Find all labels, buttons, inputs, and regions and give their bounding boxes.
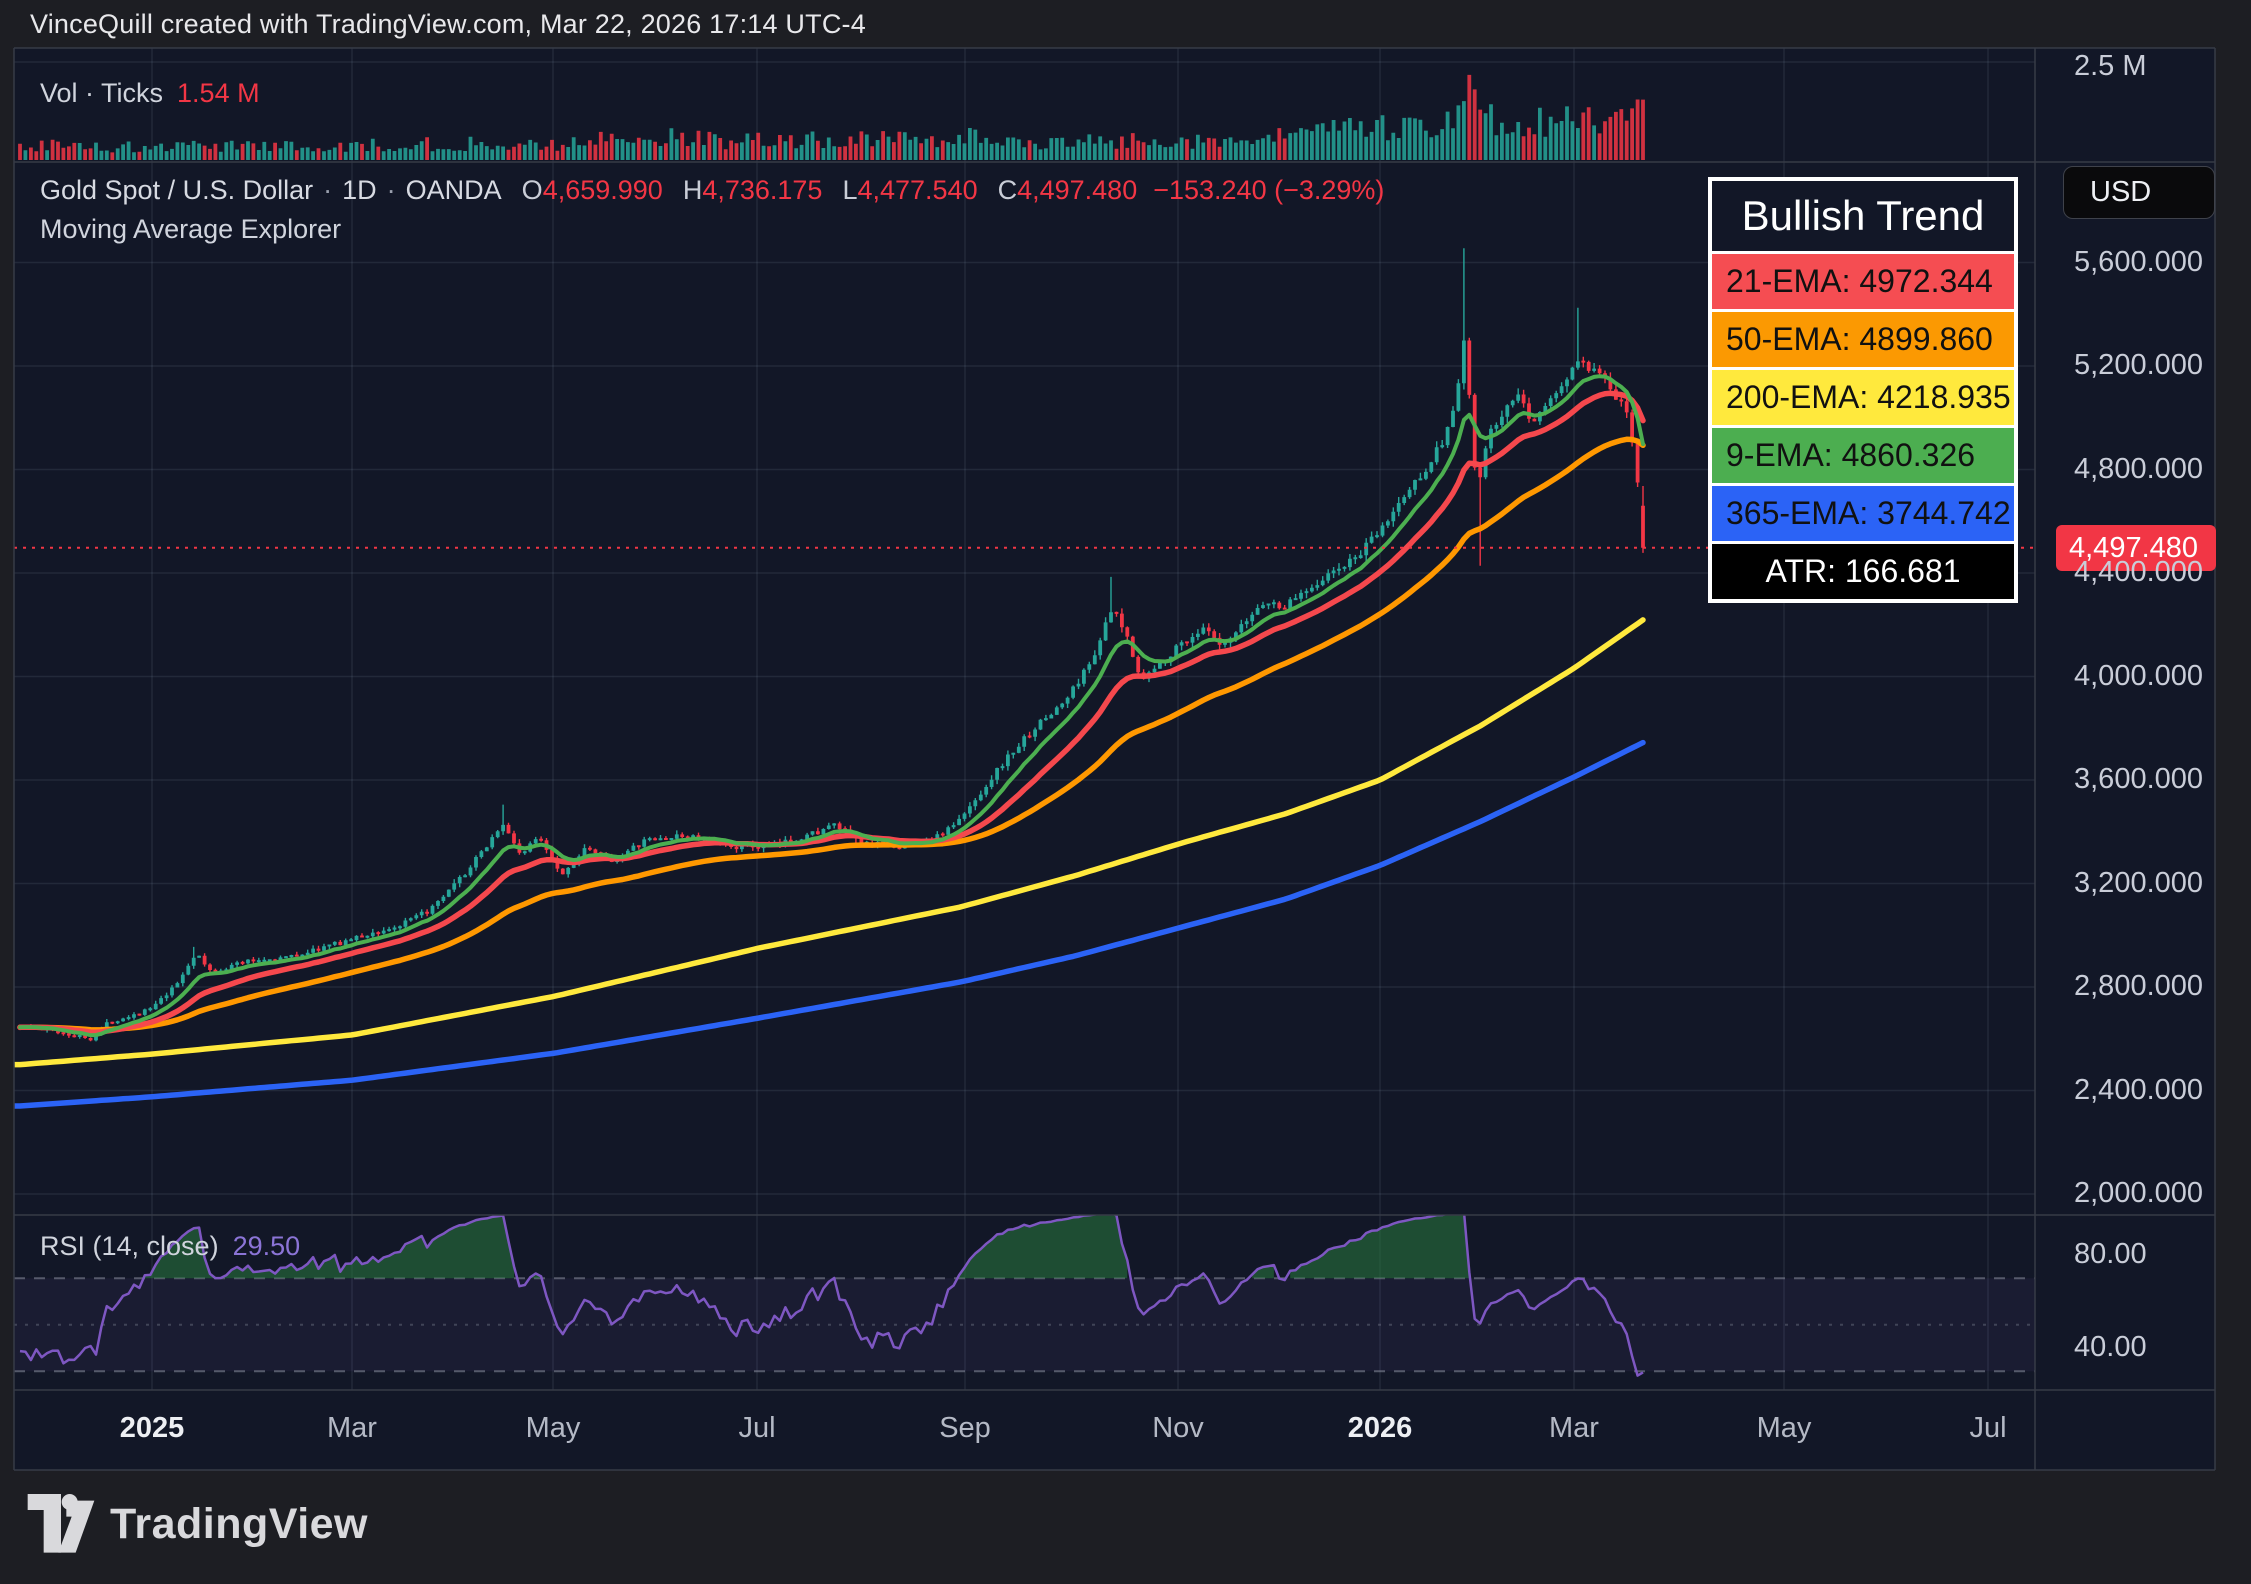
time-axis-label-5: Nov [1152, 1412, 1204, 1445]
close-value: 4,497.480 [1017, 175, 1137, 205]
attribution-text: VinceQuill created with TradingView.com,… [30, 9, 866, 40]
separator-dot: · [323, 175, 332, 205]
rsi-indicator-label[interactable]: RSI (14, close) 29.50 [40, 1231, 300, 1262]
tradingview-logo-text: TradingView [110, 1500, 368, 1549]
currency-toggle-button[interactable]: USD [2063, 166, 2215, 219]
tradingview-logo-icon [27, 1494, 95, 1554]
rsi-axis-tick-0: 80.00 [2074, 1238, 2147, 1271]
time-axis-label-4: Sep [939, 1412, 991, 1445]
time-axis-label-9: Jul [1969, 1412, 2006, 1445]
legend-row-0: 21-EMA: 4972.344 [1712, 251, 2014, 309]
price-axis-tick-8: 2,400.000 [2074, 1074, 2203, 1107]
price-axis-tick-9: 2,000.000 [2074, 1177, 2203, 1210]
high-value: 4,736.175 [702, 175, 822, 205]
time-axis-label-8: May [1757, 1412, 1812, 1445]
close-label: C [998, 175, 1018, 205]
volume-value: 1.54 M [177, 78, 260, 108]
low-label: L [842, 175, 857, 205]
legend-row-4: 365-EMA: 3744.742 [1712, 483, 2014, 541]
indicator-title-ma-explorer[interactable]: Moving Average Explorer [40, 214, 341, 245]
price-axis-tick-0: 5,600.000 [2074, 246, 2203, 279]
low-value: 4,477.540 [857, 175, 977, 205]
price-axis-tick-5: 3,600.000 [2074, 763, 2203, 796]
volume-indicator-label[interactable]: Vol · Ticks 1.54 M [40, 78, 260, 109]
change-value: −153.240 (−3.29%) [1153, 175, 1384, 205]
separator-dot: · [387, 175, 396, 205]
price-axis-tick-7: 2,800.000 [2074, 970, 2203, 1003]
timeframe-label: 1D [342, 175, 377, 205]
open-value: 4,659.990 [543, 175, 663, 205]
price-axis-tick-1: 5,200.000 [2074, 349, 2203, 382]
price-axis-tick-2: 4,800.000 [2074, 453, 2203, 486]
legend-row-2: 200-EMA: 4218.935 [1712, 367, 2014, 425]
exchange-label: OANDA [406, 175, 502, 205]
legend-row-5: ATR: 166.681 [1712, 541, 2014, 599]
time-axis-label-1: Mar [327, 1412, 377, 1445]
rsi-value: 29.50 [233, 1231, 301, 1261]
bullish-trend-panel: Bullish Trend 21-EMA: 4972.34450-EMA: 48… [1708, 177, 2018, 603]
time-axis-label-2: May [526, 1412, 581, 1445]
legend-row-3: 9-EMA: 4860.326 [1712, 425, 2014, 483]
time-axis-label-7: Mar [1549, 1412, 1599, 1445]
time-axis-label-3: Jul [738, 1412, 775, 1445]
time-axis-label-0: 2025 [120, 1412, 185, 1445]
rsi-label-text: RSI (14, close) [40, 1231, 219, 1261]
symbol-ohlc-line[interactable]: Gold Spot / U.S. Dollar · 1D · OANDA O4,659.9… [40, 175, 1384, 206]
volume-axis-tick: 2.5 M [2074, 50, 2147, 83]
symbol-name: Gold Spot / U.S. Dollar [40, 175, 313, 205]
tradingview-logo[interactable]: TradingView [27, 1494, 368, 1554]
open-label: O [522, 175, 543, 205]
price-axis-tick-4: 4,000.000 [2074, 660, 2203, 693]
bullish-trend-title: Bullish Trend [1712, 181, 2014, 251]
rsi-axis-tick-1: 40.00 [2074, 1331, 2147, 1364]
high-label: H [683, 175, 703, 205]
legend-row-1: 50-EMA: 4899.860 [1712, 309, 2014, 367]
volume-label-text: Vol · Ticks [40, 78, 163, 108]
time-axis-label-6: 2026 [1348, 1412, 1413, 1445]
price-axis-tick-6: 3,200.000 [2074, 867, 2203, 900]
price-axis-tick-3: 4,400.000 [2074, 556, 2203, 589]
tradingview-chart-screenshot: VinceQuill created with TradingView.com,… [0, 0, 2251, 1584]
